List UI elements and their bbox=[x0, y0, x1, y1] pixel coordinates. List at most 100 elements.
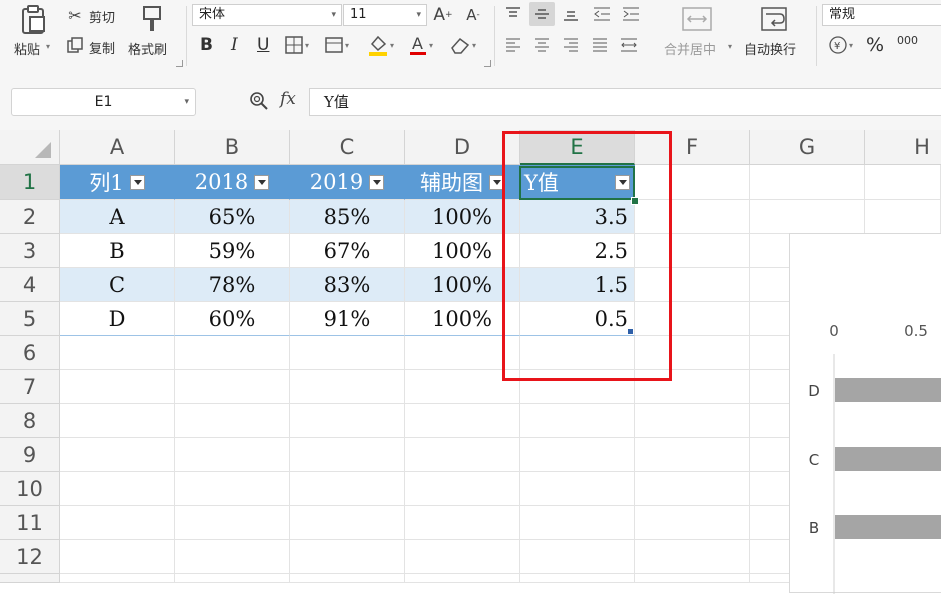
empty-cell[interactable] bbox=[290, 336, 405, 370]
column-header-a[interactable]: A bbox=[60, 130, 175, 165]
table-header-cell[interactable]: 2018 bbox=[175, 165, 290, 200]
column-header-f[interactable]: F bbox=[635, 130, 750, 165]
format-painter-icon[interactable] bbox=[138, 4, 166, 34]
table-cell[interactable]: 65% bbox=[175, 200, 290, 234]
fx-label[interactable]: fx bbox=[280, 89, 296, 109]
table-cell[interactable]: 85% bbox=[290, 200, 405, 234]
empty-cell[interactable] bbox=[750, 200, 865, 234]
row-header-7[interactable]: 7 bbox=[0, 370, 60, 404]
empty-cell[interactable] bbox=[60, 574, 175, 583]
empty-cell[interactable] bbox=[60, 370, 175, 404]
empty-cell[interactable] bbox=[60, 404, 175, 438]
format-painter-button[interactable]: 格式刷 bbox=[128, 39, 167, 58]
table-cell[interactable]: C bbox=[60, 268, 175, 302]
row-header-3[interactable]: 3 bbox=[0, 234, 60, 268]
empty-cell[interactable] bbox=[405, 540, 520, 574]
clear-format-icon[interactable]: ▾ bbox=[446, 33, 480, 57]
copy-icon[interactable] bbox=[64, 36, 86, 54]
align-left-icon[interactable] bbox=[502, 35, 524, 55]
column-header-c[interactable]: C bbox=[290, 130, 405, 165]
align-middle-icon[interactable] bbox=[529, 2, 555, 26]
row-header-10[interactable]: 10 bbox=[0, 472, 60, 506]
align-right-icon[interactable] bbox=[560, 35, 582, 55]
row-header-11[interactable]: 11 bbox=[0, 506, 60, 540]
table-resize-handle[interactable] bbox=[628, 329, 633, 334]
empty-cell[interactable] bbox=[635, 165, 750, 200]
empty-cell[interactable] bbox=[865, 165, 941, 200]
chevron-down-icon[interactable]: ▾ bbox=[46, 42, 50, 51]
row-header-1[interactable]: 1 bbox=[0, 165, 60, 200]
empty-cell[interactable] bbox=[290, 438, 405, 472]
filter-dropdown-icon[interactable] bbox=[254, 174, 270, 190]
empty-cell[interactable] bbox=[405, 506, 520, 540]
empty-cell[interactable] bbox=[635, 438, 750, 472]
empty-cell[interactable] bbox=[405, 574, 520, 583]
table-cell[interactable]: 1.5 bbox=[520, 268, 635, 302]
empty-cell[interactable] bbox=[520, 472, 635, 506]
font-size-select[interactable]: 11 ▾ bbox=[343, 4, 427, 26]
filter-dropdown-icon[interactable] bbox=[129, 174, 145, 190]
number-format-select[interactable]: 常规 bbox=[822, 4, 941, 26]
row-header-5[interactable]: 5 bbox=[0, 302, 60, 336]
formula-input[interactable]: Y值 bbox=[309, 88, 941, 116]
copy-button[interactable]: 复制 bbox=[89, 38, 115, 57]
empty-cell[interactable] bbox=[405, 370, 520, 404]
wrap-text-icon[interactable] bbox=[757, 4, 791, 34]
filter-dropdown-icon[interactable] bbox=[615, 174, 630, 190]
empty-cell[interactable] bbox=[290, 370, 405, 404]
distributed-icon[interactable] bbox=[618, 35, 640, 55]
font-name-select[interactable]: 宋体 ▾ bbox=[192, 4, 342, 26]
empty-cell[interactable] bbox=[175, 404, 290, 438]
column-header-h[interactable]: H bbox=[865, 130, 941, 165]
empty-cell[interactable] bbox=[520, 540, 635, 574]
row-header-6[interactable]: 6 bbox=[0, 336, 60, 370]
select-all-corner[interactable] bbox=[0, 130, 60, 165]
empty-cell[interactable] bbox=[635, 370, 750, 404]
empty-cell[interactable] bbox=[635, 336, 750, 370]
empty-cell[interactable] bbox=[405, 438, 520, 472]
align-bottom-icon[interactable] bbox=[560, 4, 582, 24]
empty-cell[interactable] bbox=[635, 540, 750, 574]
underline-button[interactable]: U bbox=[257, 35, 269, 55]
fill-handle[interactable] bbox=[631, 197, 639, 205]
table-cell[interactable]: 2.5 bbox=[520, 234, 635, 268]
align-top-icon[interactable] bbox=[502, 4, 524, 24]
table-cell[interactable]: A bbox=[60, 200, 175, 234]
table-cell[interactable]: 91% bbox=[290, 302, 405, 336]
empty-cell[interactable] bbox=[175, 540, 290, 574]
merge-center-icon[interactable] bbox=[680, 4, 714, 34]
align-center-icon[interactable] bbox=[531, 35, 553, 55]
table-cell[interactable]: B bbox=[60, 234, 175, 268]
cut-button[interactable]: 剪切 bbox=[89, 7, 115, 26]
empty-cell[interactable] bbox=[520, 506, 635, 540]
row-header-4[interactable]: 4 bbox=[0, 268, 60, 302]
empty-cell[interactable] bbox=[60, 506, 175, 540]
empty-cell[interactable] bbox=[175, 506, 290, 540]
empty-cell[interactable] bbox=[175, 438, 290, 472]
empty-cell[interactable] bbox=[520, 404, 635, 438]
table-cell[interactable]: D bbox=[60, 302, 175, 336]
empty-cell[interactable] bbox=[60, 472, 175, 506]
column-header-d[interactable]: D bbox=[405, 130, 520, 165]
empty-cell[interactable] bbox=[60, 438, 175, 472]
table-cell[interactable]: 3.5 bbox=[520, 200, 635, 234]
font-color-icon[interactable]: A ▾ bbox=[404, 33, 438, 57]
increase-font-icon[interactable]: A + bbox=[432, 4, 454, 26]
increase-indent-icon[interactable] bbox=[620, 4, 642, 24]
column-header-b[interactable]: B bbox=[175, 130, 290, 165]
empty-cell[interactable] bbox=[290, 540, 405, 574]
empty-cell[interactable] bbox=[290, 506, 405, 540]
table-cell[interactable]: 100% bbox=[405, 302, 520, 336]
empty-cell[interactable] bbox=[520, 574, 635, 583]
empty-cell[interactable] bbox=[635, 200, 750, 234]
table-cell[interactable]: 67% bbox=[290, 234, 405, 268]
row-header-12[interactable]: 12 bbox=[0, 540, 60, 574]
table-cell[interactable]: 100% bbox=[405, 234, 520, 268]
empty-cell[interactable] bbox=[290, 472, 405, 506]
filter-dropdown-icon[interactable] bbox=[369, 174, 385, 190]
column-header-e[interactable]: E bbox=[520, 130, 635, 165]
thousands-button[interactable]: 000 bbox=[897, 34, 918, 47]
merge-center-button[interactable]: 合并居中 bbox=[664, 39, 716, 58]
empty-cell[interactable] bbox=[635, 404, 750, 438]
wrap-text-button[interactable]: 自动换行 bbox=[744, 39, 796, 58]
